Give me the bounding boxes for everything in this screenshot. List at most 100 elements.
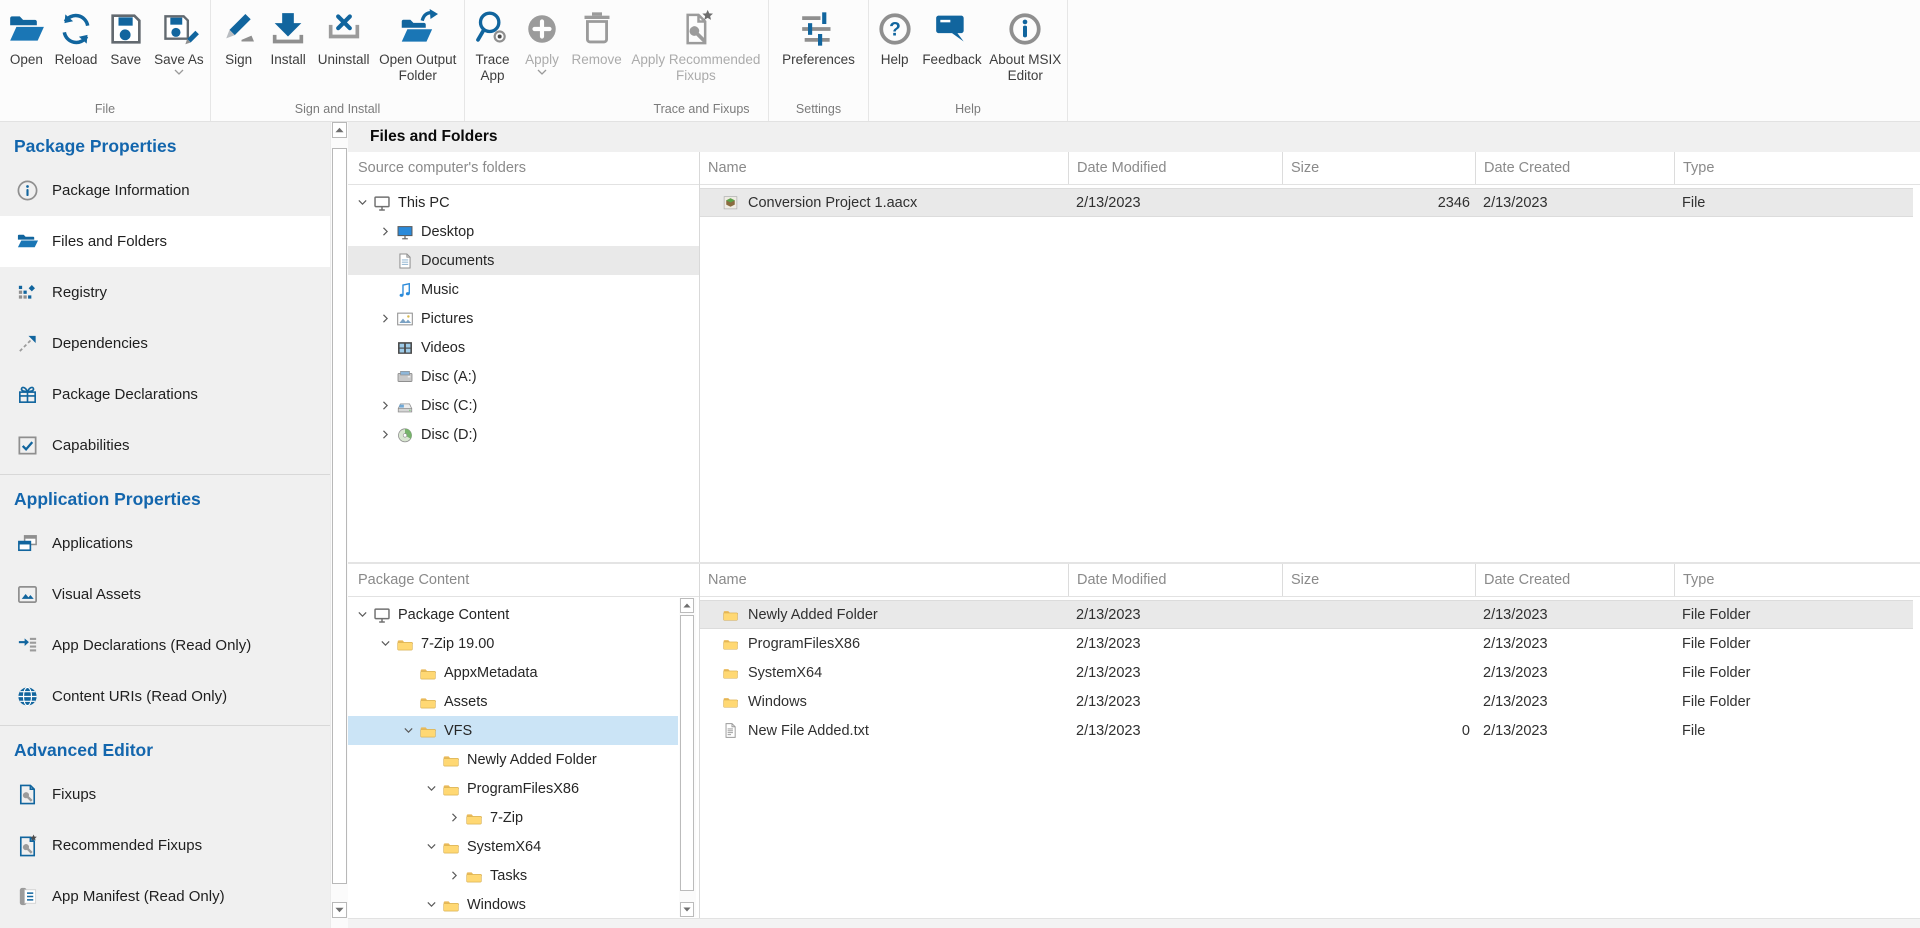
sidebar-item-visual-assets[interactable]: Visual Assets [0,569,330,620]
help-button[interactable]: ?Help [873,9,917,68]
folder-icon [722,606,739,623]
sidebar-scroll-up-button[interactable] [332,122,347,138]
list-row-windows[interactable]: Windows2/13/20232/13/2023File Folder [700,687,1920,716]
open-output-folder-button[interactable]: Open Output Folder [377,9,458,84]
open-button[interactable]: Open [4,9,48,68]
tree-item-vfs[interactable]: VFS [348,716,678,745]
cell-date-modified: 2/13/2023 [1068,723,1282,739]
list-row-systemx64[interactable]: SystemX642/13/20232/13/2023File Folder [700,658,1920,687]
column-header-date-modified[interactable]: Date Modified [1068,564,1282,596]
sidebar-item-fixups[interactable]: Fixups [0,769,330,820]
sidebar-item-app-declarations-read-only[interactable]: App Declarations (Read Only) [0,620,330,671]
sidebar-item-capabilities[interactable]: Capabilities [0,420,330,471]
tree-item-programfilesx86[interactable]: ProgramFilesX86 [348,774,678,803]
sidebar-item-content-uris-read-only[interactable]: Content URIs (Read Only) [0,671,330,722]
sidebar-item-package-declarations[interactable]: Package Declarations [0,369,330,420]
tree-item-newly-added-folder[interactable]: Newly Added Folder [348,745,678,774]
tree-item-videos[interactable]: Videos [348,333,699,362]
sidebar-item-app-manifest-read-only[interactable]: App Manifest (Read Only) [0,871,330,922]
trace-app-button[interactable]: Trace App [471,9,515,84]
sign-button-label: Sign [225,52,252,68]
column-header-date-created[interactable]: Date Created [1475,564,1674,596]
preferences-button[interactable]: Preferences [780,9,857,68]
package-tree-scrollbar[interactable] [679,598,696,917]
column-header-name[interactable]: Name [700,564,1068,596]
reload-button[interactable]: Reload [53,9,100,68]
tree-item-disc-c[interactable]: Disc (C:) [348,391,699,420]
save-as-button[interactable]: Save As [152,9,206,75]
list-row-newly-added-folder[interactable]: Newly Added Folder2/13/20232/13/2023File… [700,600,1920,629]
uninstall-button[interactable]: Uninstall [316,9,372,68]
feedback-button[interactable]: Feedback [920,9,983,68]
sidebar-item-package-information[interactable]: Package Information [0,165,330,216]
package-tree-scrollbar-thumb[interactable] [680,615,694,891]
about-msix-editor-button-label: About MSIX Editor [989,52,1061,84]
sidebar-item-dependencies[interactable]: Dependencies [0,318,330,369]
cell-date-modified: 2/13/2023 [1068,665,1282,681]
sidebar-item-recommended-fixups[interactable]: Recommended Fixups [0,820,330,871]
content-uris-icon [16,685,39,708]
ribbon-group-sign-and-install: SignInstallUninstallOpen Output FolderSi… [211,0,465,121]
file-name-label: Windows [748,694,807,710]
source-list-scrollbar-gutter[interactable] [1913,185,1920,562]
source-list-column-headers: NameDate ModifiedSizeDate CreatedType [700,152,1920,185]
column-header-date-modified[interactable]: Date Modified [1068,152,1282,184]
package-tree-scroll-up-button[interactable] [680,598,694,613]
tree-item-windows[interactable]: Windows [348,890,678,918]
tree-item-systemx64[interactable]: SystemX64 [348,832,678,861]
help-button-label: Help [881,52,909,68]
tree-item-documents[interactable]: Documents [348,246,699,275]
source-folders-tree: This PCDesktopDocuments Music PicturesVide… [348,185,699,562]
ribbon-group-caption: File [0,101,210,121]
horizontal-scrollbar-strip[interactable] [348,918,1920,928]
sidebar-item-applications[interactable]: Applications [0,518,330,569]
sidebar-item-registry[interactable]: Registry [0,267,330,318]
column-header-type[interactable]: Type [1674,564,1920,596]
sidebar-section-header-advanced-editor: Advanced Editor [14,740,330,761]
install-button-label: Install [271,52,306,68]
tree-item-tasks[interactable]: Tasks [348,861,678,890]
package-tree-scroll-down-button[interactable] [680,902,694,917]
tree-item-this-pc[interactable]: This PC [348,188,699,217]
pictures-icon [396,310,414,328]
tree-item-label: Tasks [490,868,527,884]
save-button[interactable]: Save [104,9,148,68]
tree-item-assets[interactable]: Assets [348,687,678,716]
sidebar-scrollbar-thumb[interactable] [332,148,347,884]
apply-button[interactable]: Apply [520,9,564,75]
cell-name: Newly Added Folder [700,606,1068,623]
sign-button[interactable]: Sign [217,9,261,68]
install-button[interactable]: Install [266,9,310,68]
list-row-new-file-added-txt[interactable]: New File Added.txt2/13/202302/13/2023Fil… [700,716,1920,745]
column-header-type[interactable]: Type [1674,152,1920,184]
sidebar-item-label: Fixups [52,786,96,803]
tree-item-appxmetadata[interactable]: AppxMetadata [348,658,678,687]
ribbon-group-caption: Help [869,101,1067,121]
column-header-name[interactable]: Name [700,152,1068,184]
list-row-programfilesx86[interactable]: ProgramFilesX862/13/20232/13/2023File Fo… [700,629,1920,658]
tree-item-7-zip-19-00[interactable]: 7-Zip 19.00 [348,629,678,658]
tree-item-pictures[interactable]: Pictures [348,304,699,333]
column-header-size[interactable]: Size [1282,152,1475,184]
tree-item-7-zip[interactable]: 7-Zip [348,803,678,832]
chevron-spacer [423,751,440,768]
apply-recommended-fixups-button[interactable]: Apply Recommended Fixups [629,9,762,84]
column-header-size[interactable]: Size [1282,564,1475,596]
list-row-conversion-project-1-aacx[interactable]: Conversion Project 1.aacx2/13/202323462/… [700,188,1920,217]
fixups-icon [16,783,39,806]
package-list-scrollbar-gutter[interactable] [1913,597,1920,918]
sidebar-scroll-down-button[interactable] [332,902,347,918]
remove-button[interactable]: Remove [570,9,624,68]
tree-item-disc-a[interactable]: Disc (A:) [348,362,699,391]
sidebar-scrollbar[interactable] [330,122,348,928]
about-msix-editor-button[interactable]: About MSIX Editor [987,9,1063,84]
tree-item-disc-d[interactable]: Disc (D:) [348,420,699,449]
tree-item-package-content[interactable]: Package Content [348,600,678,629]
tree-item-label: Music [421,282,459,298]
column-header-date-created[interactable]: Date Created [1475,152,1674,184]
tree-item-music[interactable]: Music [348,275,699,304]
sidebar-item-files-and-folders[interactable]: Files and Folders [0,216,330,267]
app-declarations-icon [16,634,39,657]
tree-item-desktop[interactable]: Desktop [348,217,699,246]
remove-button-label: Remove [572,52,622,68]
